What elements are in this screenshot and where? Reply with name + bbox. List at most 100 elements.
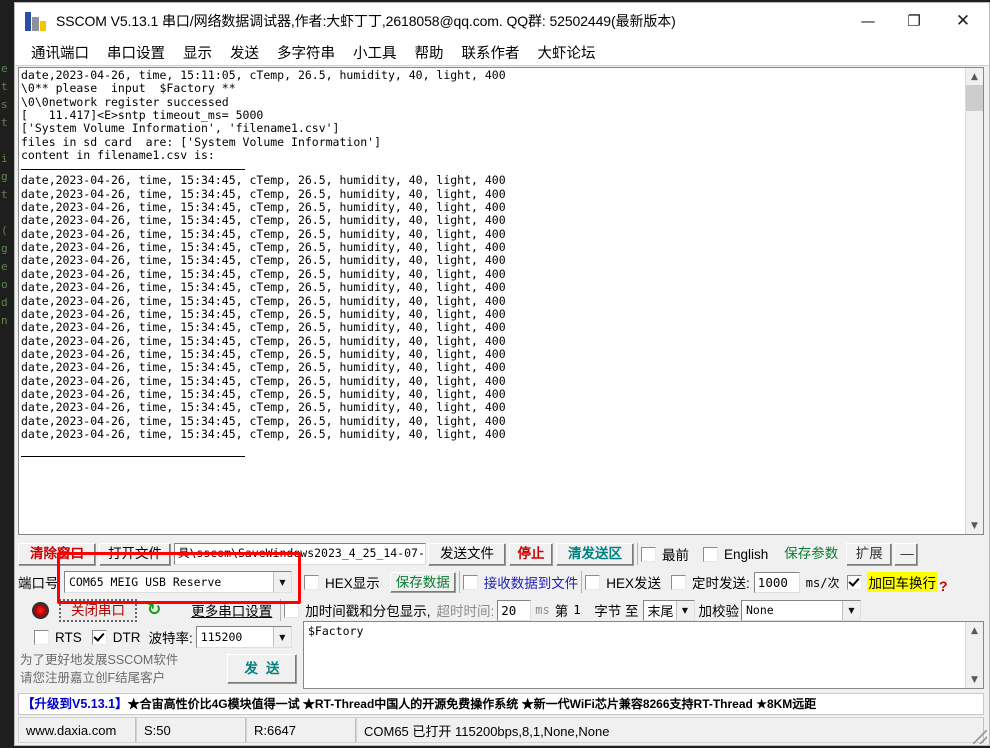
scroll-thumb[interactable] — [966, 85, 983, 111]
send-text[interactable]: $Factory — [304, 622, 983, 640]
toolbar-row: 清除窗口 打开文件 具\sscom\SaveWindows2023_4_25_1… — [18, 541, 984, 567]
status-site[interactable]: www.daxia.com — [18, 717, 136, 743]
maximize-button[interactable]: ❐ — [891, 3, 937, 39]
timestamp-checkbox[interactable] — [284, 602, 300, 618]
terminal-data-line: date,2023-04-26, time, 15:34:45, cTemp, … — [21, 200, 506, 215]
chevron-down-icon-3[interactable]: ▼ — [842, 600, 860, 620]
connection-row: 关闭串口 ↻ 更多串口设置 加时间戳和分包显示, 超时时间: 20 ms 第 1… — [18, 597, 984, 623]
scroll-down-icon[interactable]: ▼ — [966, 517, 983, 534]
close-port-button[interactable]: 关闭串口 — [59, 598, 137, 622]
interval-input[interactable]: 1000 — [753, 571, 800, 593]
receive-scrollbar[interactable]: ▲ ▼ — [965, 68, 983, 534]
terminal-data-line: date,2023-04-26, time, 15:34:45, cTemp, … — [21, 413, 506, 428]
clear-send-button[interactable]: 清发送区 — [556, 542, 634, 566]
send-area[interactable]: $Factory ▲ ▼ — [303, 621, 984, 689]
menu-item-contact[interactable]: 联系作者 — [462, 42, 520, 63]
port-select[interactable]: COM65 MEIG USB Reserve ▼ — [64, 571, 292, 593]
terminal-header-line: [ 11.417]<E>sntp timeout_ms= 5000 — [21, 108, 264, 123]
app-icon — [25, 10, 47, 32]
baud-select[interactable]: 115200 ▼ — [195, 626, 292, 648]
help-icon[interactable]: ? — [939, 578, 948, 594]
status-led-icon — [32, 601, 49, 619]
checksum-value: None — [746, 603, 774, 617]
checksum-select[interactable]: None ▼ — [741, 599, 861, 621]
byte-to-select[interactable]: 末尾 ▼ — [642, 599, 695, 621]
dtr-checkbox[interactable] — [91, 629, 107, 645]
hex-display-checkbox[interactable] — [304, 574, 319, 590]
menu-item-display[interactable]: 显示 — [183, 42, 212, 63]
conn-row-divider — [280, 599, 282, 621]
sscom-window: SSCOM V5.13.1 串口/网络数据调试器,作者:大虾丁丁,2618058… — [14, 2, 990, 746]
menu-item-port-settings[interactable]: 串口设置 — [107, 42, 165, 63]
port-select-value: COM65 MEIG USB Reserve — [69, 575, 222, 589]
byte-from-input[interactable]: 1 — [570, 600, 592, 621]
stop-button[interactable]: 停止 — [509, 542, 553, 566]
chevron-down-icon-2[interactable]: ▼ — [675, 600, 694, 620]
terminal-header-line: date,2023-04-26, time, 15:11:05, cTemp, … — [21, 68, 506, 82]
close-button[interactable]: ✕ — [937, 3, 989, 39]
rts-checkbox[interactable] — [34, 629, 49, 645]
english-checkbox[interactable] — [703, 546, 718, 562]
open-file-button[interactable]: 打开文件 — [99, 542, 171, 566]
save-data-button[interactable]: 保存数据 — [389, 571, 456, 593]
menu-item-comm-port[interactable]: 通讯端口 — [31, 42, 89, 63]
dtr-label: DTR — [112, 629, 141, 645]
hex-send-checkbox[interactable] — [585, 574, 601, 590]
send-scroll-down-icon[interactable]: ▼ — [966, 671, 983, 688]
menu-item-tools[interactable]: 小工具 — [353, 42, 397, 63]
menu-item-multi-string[interactable]: 多字符串 — [277, 42, 335, 63]
terminal-data-line: date,2023-04-26, time, 15:34:45, cTemp, … — [21, 346, 506, 361]
menu-item-forum[interactable]: 大虾论坛 — [538, 42, 596, 63]
refresh-icon[interactable]: ↻ — [147, 601, 161, 619]
terminal-header-line: ['System Volume Information', 'filename1… — [21, 121, 340, 136]
menu-item-send[interactable]: 发送 — [230, 42, 259, 63]
extend-button[interactable]: 扩展 — [846, 542, 893, 566]
save-params-button[interactable]: 保存参数 — [778, 543, 844, 566]
terminal-data-line: date,2023-04-26, time, 15:34:45, cTemp, … — [21, 173, 506, 188]
timeout-label: 超时时间: — [436, 604, 495, 619]
file-path-input[interactable]: 具\sscom\SaveWindows2023_4_25_14-07-10.TX… — [174, 543, 426, 565]
status-sent-count: S:50 — [136, 717, 246, 743]
terminal-data-line: date,2023-04-26, time, 15:34:45, cTemp, … — [21, 320, 506, 335]
topmost-label: 最前 — [662, 548, 689, 563]
checksum-label: 加校验 — [698, 604, 740, 619]
terminal-header-line: \0** please input $Factory ** — [21, 81, 236, 96]
menu-item-help[interactable]: 帮助 — [415, 42, 444, 63]
baud-label: 波特率: — [148, 631, 193, 646]
scroll-up-icon[interactable]: ▲ — [966, 68, 983, 85]
chevron-down-icon-4[interactable]: ▼ — [272, 627, 291, 647]
resize-grip[interactable] — [973, 730, 987, 744]
minimize-button[interactable]: — — [845, 3, 891, 39]
timed-send-label: 定时发送: — [692, 576, 750, 591]
recv-to-file-checkbox[interactable] — [462, 574, 478, 590]
collapse-button[interactable]: — — [894, 542, 919, 566]
timeout-input[interactable]: 20 — [497, 599, 532, 621]
topmost-checkbox[interactable] — [641, 546, 656, 562]
port-row: 端口号 COM65 MEIG USB Reserve ▼ HEX显示 保存数据 … — [18, 569, 984, 595]
port-label: 端口号 — [18, 576, 59, 591]
send-scrollbar[interactable]: ▲ ▼ — [965, 622, 983, 688]
rts-label: RTS — [55, 629, 82, 645]
terminal-data-line: date,2023-04-26, time, 15:34:45, cTemp, … — [21, 186, 506, 201]
timed-send-checkbox[interactable] — [671, 574, 687, 590]
terminal-separator-bottom — [21, 449, 245, 458]
send-button[interactable]: 发送 — [227, 654, 297, 684]
more-settings-button[interactable]: 更多串口设置 — [191, 600, 272, 620]
port-row-divider3 — [581, 571, 583, 593]
receive-text: date,2023-04-26, time, 15:11:05, cTemp, … — [21, 68, 965, 461]
send-file-button[interactable]: 发送文件 — [428, 542, 506, 566]
byte-range-label: 字节 至 — [594, 604, 639, 619]
hex-send-label: HEX发送 — [606, 576, 662, 591]
crlf-checkbox[interactable] — [847, 574, 863, 590]
send-scroll-up-icon[interactable]: ▲ — [966, 622, 983, 639]
chevron-down-icon[interactable]: ▼ — [273, 572, 291, 592]
english-label: English — [724, 546, 769, 562]
status-port-state: COM65 已打开 115200bps,8,1,None,None — [356, 717, 984, 743]
receive-window[interactable]: date,2023-04-26, time, 15:11:05, cTemp, … — [18, 67, 984, 535]
clear-window-button[interactable]: 清除窗口 — [18, 542, 96, 566]
terminal-data-line: date,2023-04-26, time, 15:34:45, cTemp, … — [21, 293, 506, 308]
menu-bar: 通讯端口 串口设置 显示 发送 多字符串 小工具 帮助 联系作者 大虾论坛 — [15, 39, 989, 66]
status-bar: www.daxia.com S:50 R:6647 COM65 已打开 1152… — [18, 717, 984, 743]
ad-prefix: 【升级到V5.13.1】 — [22, 697, 128, 711]
advertisement-bar[interactable]: 【升级到V5.13.1】★合宙高性价比4G模块值得一试 ★RT-Thread中国… — [18, 693, 984, 715]
